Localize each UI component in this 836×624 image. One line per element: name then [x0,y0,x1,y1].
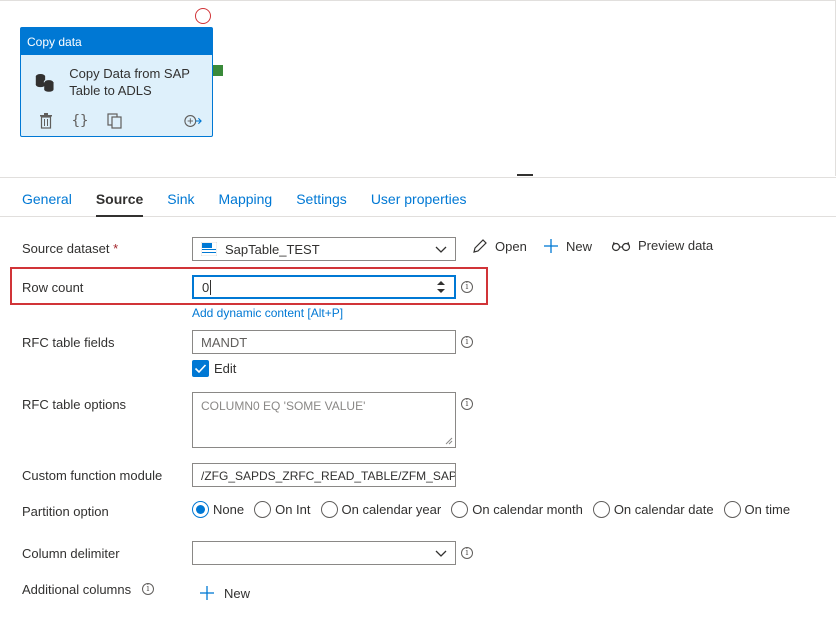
new-dataset-button[interactable]: New [543,238,592,254]
pipeline-canvas[interactable]: Copy data Copy Data from SAP Table to AD… [0,0,836,176]
open-dataset-button[interactable]: Open [472,238,527,254]
radio-on-time-label: On time [744,502,791,517]
preview-label: Preview data [638,238,714,253]
checkmark-icon [194,364,207,374]
radio-on-calendar-date-label: On calendar date [613,502,714,517]
column-delimiter-label: Column delimiter [22,546,120,561]
row-count-info-icon[interactable]: i [461,281,473,293]
activity-name: Copy Data from SAP Table to ADLS [69,66,190,98]
column-delimiter-select[interactable] [192,541,456,565]
glasses-icon [611,241,631,251]
radio-on-int-label: On Int [275,502,311,517]
partition-option-group: None On Int On calendar year On calendar… [192,501,790,518]
radio-on-time[interactable]: On time [723,501,791,518]
add-column-label: New [224,585,251,601]
radio-on-calendar-month-label: On calendar month [472,502,583,517]
delete-icon[interactable] [37,112,55,130]
tab-user-properties[interactable]: User properties [371,178,467,217]
rfc-table-options-placeholder: COLUMN0 EQ 'SOME VALUE' [201,399,366,413]
properties-tabs: General Source Sink Mapping Settings Use… [0,177,836,217]
radio-circle [451,501,469,518]
pencil-icon [473,239,487,253]
radio-on-calendar-date[interactable]: On calendar date [592,501,714,518]
rfc-table-options-label: RFC table options [22,397,127,412]
radio-circle [320,501,338,518]
tab-mapping[interactable]: Mapping [219,178,273,217]
spinner-icon[interactable] [436,280,446,294]
column-delimiter-info-icon[interactable]: i [461,547,473,559]
radio-none[interactable]: None [192,501,244,518]
tab-settings[interactable]: Settings [296,178,347,217]
source-dataset-select[interactable]: SapTable_TEST [192,237,456,261]
radio-circle [723,501,741,518]
rfc-table-fields-input[interactable]: MANDT [192,330,456,354]
edit-checkbox[interactable] [192,360,209,377]
source-dataset-label-text: Source dataset [22,241,110,256]
add-column-button[interactable]: New [198,584,250,602]
activity-header: Copy data [21,28,212,55]
error-indicator-icon [195,8,211,24]
row-count-input[interactable]: 0 [192,275,456,299]
rfc-table-options-textarea[interactable]: COLUMN0 EQ 'SOME VALUE' [192,392,456,448]
additional-columns-info-icon[interactable]: i [142,583,154,595]
rfc-table-fields-value: MANDT [201,335,248,350]
required-mark: * [113,241,119,256]
chevron-down-icon [435,246,447,253]
radio-on-calendar-year-label: On calendar year [341,502,442,517]
radio-circle [192,501,209,518]
source-dataset-value: SapTable_TEST [225,242,320,257]
chevron-down-icon [435,550,447,557]
custom-function-module-input[interactable]: /ZFG_SAPDS_ZRFC_READ_TABLE/ZFM_SAPDS [192,463,456,487]
custom-function-module-label: Custom function module [22,468,163,483]
plus-icon [200,586,214,600]
rfc-table-fields-label: RFC table fields [22,335,115,350]
radio-on-calendar-month[interactable]: On calendar month [451,501,583,518]
plus-icon [544,239,558,253]
copy-data-activity[interactable]: Copy data Copy Data from SAP Table to AD… [20,27,213,137]
new-label: New [566,238,593,254]
radio-none-label: None [213,502,245,517]
clone-icon[interactable] [105,112,123,130]
partition-option-label: Partition option [22,504,109,519]
sap-table-icon [201,242,217,256]
radio-circle [254,501,272,518]
radio-circle [592,501,610,518]
panel-splitter[interactable] [517,174,533,176]
rfc-table-options-info-icon[interactable]: i [461,398,473,410]
tab-general[interactable]: General [22,178,72,217]
radio-on-int[interactable]: On Int [254,501,311,518]
code-braces-icon[interactable]: {} [71,112,89,130]
source-dataset-label: Source dataset * [22,241,118,256]
additional-columns-label: Additional columns [22,582,131,597]
open-label: Open [495,238,527,254]
additional-columns-label-text: Additional columns [22,582,132,597]
edit-label[interactable]: Edit [214,361,236,376]
resize-handle-icon[interactable] [445,437,453,445]
row-count-label: Row count [22,280,84,295]
add-output-icon[interactable] [184,112,202,130]
radio-on-calendar-year[interactable]: On calendar year [320,501,442,518]
tab-source[interactable]: Source [95,178,144,217]
add-dynamic-content-link[interactable]: Add dynamic content [Alt+P] [192,306,343,320]
preview-data-button[interactable]: Preview data [611,238,713,253]
tab-sink[interactable]: Sink [167,178,194,217]
row-count-value: 0 [202,280,210,295]
database-icon [35,74,55,92]
rfc-table-fields-info-icon[interactable]: i [461,336,473,348]
success-output-port[interactable] [213,65,223,76]
custom-function-module-value: /ZFG_SAPDS_ZRFC_READ_TABLE/ZFM_SAPDS [201,469,456,483]
